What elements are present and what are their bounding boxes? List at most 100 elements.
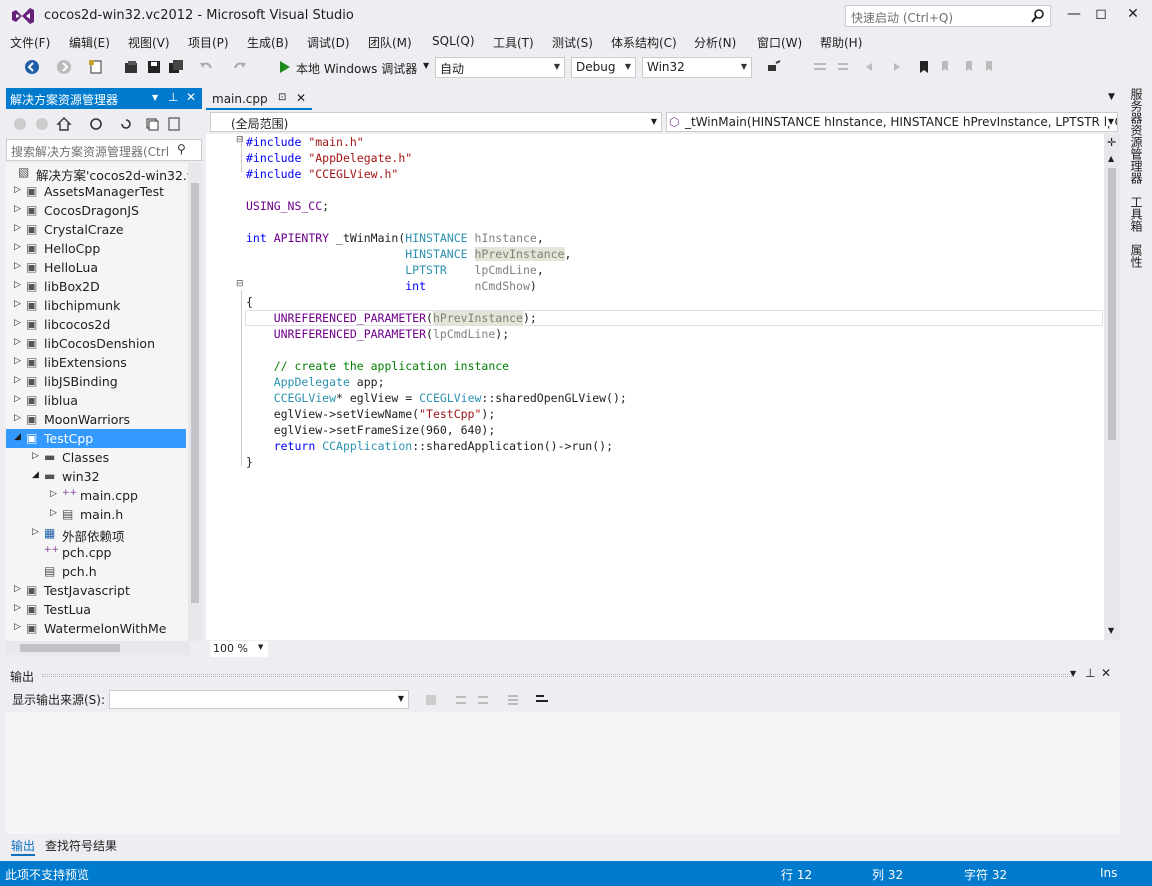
menu-test[interactable]: 测试(S) (552, 34, 593, 51)
tree-item[interactable]: ▷ ▣ libcocos2d (6, 315, 186, 334)
collapse-icon[interactable]: ⊟ (236, 135, 244, 145)
tree-item[interactable]: ▷ ▣ AssetsManagerTest (6, 182, 186, 201)
menu-debug[interactable]: 调试(D) (307, 34, 350, 51)
next-message-icon[interactable] (475, 692, 491, 708)
menu-window[interactable]: 窗口(W) (757, 34, 802, 51)
expand-arrow-icon[interactable]: ▷ (14, 204, 21, 214)
expand-arrow-icon[interactable]: ▷ (14, 584, 21, 594)
menu-architecture[interactable]: 体系结构(C) (611, 34, 677, 51)
collapse-arrow-icon[interactable]: ◢ (14, 432, 21, 442)
tree-item[interactable]: ▷ ▣ HelloLua (6, 258, 186, 277)
expand-arrow-icon[interactable]: ▷ (32, 527, 39, 537)
output-body[interactable] (6, 712, 1120, 834)
menu-build[interactable]: 生成(B) (247, 34, 289, 51)
expand-arrow-icon[interactable]: ▷ (14, 223, 21, 233)
outdent-icon[interactable] (886, 59, 902, 75)
collapse-all-icon[interactable] (144, 116, 160, 132)
menu-sql[interactable]: SQL(Q) (432, 34, 475, 48)
pin-icon[interactable]: ⊥ (168, 90, 178, 104)
minimize-button[interactable]: — (1063, 6, 1085, 24)
expand-arrow-icon[interactable]: ▷ (14, 318, 21, 328)
tree-item[interactable]: ▷ ▣ libchipmunk (6, 296, 186, 315)
configuration-select[interactable]: Debug ▼ (571, 57, 636, 78)
expand-arrow-icon[interactable]: ▷ (14, 356, 21, 366)
tree-item[interactable]: ▷ ▣ CocosDragonJS (6, 201, 186, 220)
side-tab-toolbox[interactable]: 工具箱 (1128, 196, 1145, 232)
menu-project[interactable]: 项目(P) (188, 34, 229, 51)
tree-item[interactable]: ◢ ▣ TestCpp (6, 429, 186, 448)
indent-icon[interactable] (864, 59, 880, 75)
split-icon[interactable]: ✛ (1107, 136, 1116, 149)
tree-item[interactable]: ▷ ++ main.cpp (6, 486, 186, 505)
sync-icon[interactable] (88, 116, 104, 132)
save-all-icon[interactable] (168, 59, 184, 75)
solution-tree-horizontal-scrollbar[interactable] (6, 641, 190, 655)
tree-item[interactable]: ▷ ▣ libExtensions (6, 353, 186, 372)
start-debug-icon[interactable] (276, 59, 292, 75)
run-dropdown-arrow-icon[interactable]: ▼ (423, 61, 429, 70)
panel-menu-icon[interactable]: ▼ (152, 93, 158, 102)
menu-help[interactable]: 帮助(H) (820, 34, 862, 51)
refresh-icon[interactable] (118, 116, 134, 132)
close-panel-icon[interactable]: ✕ (1101, 666, 1111, 680)
prev-bookmark-icon[interactable] (938, 59, 954, 75)
expand-arrow-icon[interactable]: ▷ (14, 603, 21, 613)
quick-launch-input[interactable]: 快速启动 (Ctrl+Q) (845, 5, 1051, 27)
expand-arrow-icon[interactable]: ▷ (14, 375, 21, 385)
tree-item[interactable]: ▷ ▬ Classes (6, 448, 186, 467)
function-select[interactable]: ⬡ _tWinMain(HINSTANCE hInstance, HINSTAN… (666, 112, 1118, 132)
side-tab-server-explorer[interactable]: 服务器资源管理器 (1128, 88, 1145, 184)
uncomment-icon[interactable] (834, 59, 850, 75)
scrollbar-thumb[interactable] (191, 183, 199, 603)
tree-item[interactable]: ▷ ▣ CrystalCraze (6, 220, 186, 239)
scope-select[interactable]: (全局范围) ▼ (210, 112, 662, 132)
undo-icon[interactable] (198, 59, 214, 75)
save-icon[interactable] (146, 59, 162, 75)
comment-icon[interactable] (812, 59, 828, 75)
close-window-button[interactable]: ✕ (1122, 6, 1144, 24)
solution-tree-vertical-scrollbar[interactable] (188, 163, 202, 641)
debugger-type-select[interactable]: 自动 ▼ (435, 57, 565, 78)
expand-arrow-icon[interactable]: ▷ (14, 280, 21, 290)
tree-item[interactable]: ▷ ▣ HelloCpp (6, 239, 186, 258)
redo-icon[interactable] (232, 59, 248, 75)
pin-icon[interactable]: ⊥ (1085, 666, 1095, 680)
expand-arrow-icon[interactable]: ▷ (14, 337, 21, 347)
platform-select[interactable]: Win32 ▼ (642, 57, 752, 78)
show-all-files-icon[interactable] (166, 116, 182, 132)
zoom-select[interactable]: 100 % ▼ (210, 641, 268, 657)
tree-item[interactable]: ▷ ▤ main.h (6, 505, 186, 524)
collapse-arrow-icon[interactable]: ◢ (32, 470, 39, 480)
maximize-button[interactable]: ◻ (1090, 6, 1112, 24)
pin-icon[interactable]: ⊡ (278, 92, 286, 103)
tree-item[interactable]: ▷ ▣ WatermelonWithMe (6, 619, 186, 638)
scrollbar-thumb[interactable] (1108, 168, 1116, 440)
back-icon[interactable] (12, 116, 28, 132)
open-file-icon[interactable] (123, 59, 139, 75)
expand-arrow-icon[interactable]: ▷ (50, 508, 57, 518)
clear-bookmarks-icon[interactable] (982, 59, 998, 75)
clear-all-icon[interactable] (505, 692, 521, 708)
scrollbar-thumb[interactable] (20, 644, 120, 652)
run-button-label[interactable]: 本地 Windows 调试器 (296, 60, 417, 77)
menu-view[interactable]: 视图(V) (128, 34, 170, 51)
tab-find-symbol-results[interactable]: 查找符号结果 (45, 837, 117, 854)
tree-item[interactable]: ▷ ▣ libBox2D (6, 277, 186, 296)
expand-arrow-icon[interactable]: ▷ (32, 451, 39, 461)
tree-item[interactable]: ▤ pch.h (6, 562, 186, 581)
menu-tools[interactable]: 工具(T) (493, 34, 534, 51)
forward-icon[interactable] (34, 116, 50, 132)
word-wrap-icon[interactable] (534, 692, 550, 708)
collapse-icon[interactable]: ⊟ (236, 279, 244, 289)
expand-arrow-icon[interactable]: ▷ (50, 489, 57, 499)
menu-file[interactable]: 文件(F) (10, 34, 50, 51)
tree-item[interactable]: ▷ ▣ MoonWarriors (6, 410, 186, 429)
new-project-icon[interactable] (88, 59, 104, 75)
scroll-down-icon[interactable]: ▼ (1108, 626, 1114, 635)
expand-arrow-icon[interactable]: ▷ (14, 622, 21, 632)
attach-icon[interactable] (766, 59, 782, 75)
expand-arrow-icon[interactable]: ▷ (14, 242, 21, 252)
tab-dropdown-icon[interactable]: ▼ (1108, 92, 1115, 102)
expand-arrow-icon[interactable]: ▷ (14, 261, 21, 271)
next-bookmark-icon[interactable] (960, 59, 976, 75)
